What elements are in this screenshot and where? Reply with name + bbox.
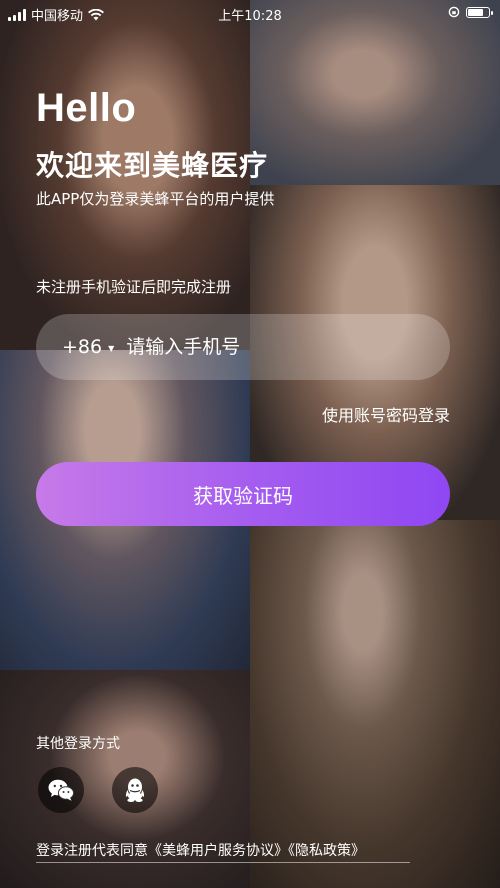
phone-number-input[interactable] (126, 327, 450, 367)
wifi-icon (88, 8, 105, 20)
status-bar-right (448, 6, 493, 18)
login-screen: 中国移动 上午10:28 Hello 欢迎来到美蜂医疗 此APP仅为登录美蜂平台… (0, 0, 500, 888)
country-code-selector[interactable]: +86 ▼ (62, 336, 114, 358)
signal-icon (8, 8, 26, 21)
status-time: 上午10:28 (218, 9, 282, 24)
phone-input-container: +86 ▼ (36, 314, 450, 380)
status-bar-left: 中国移动 (8, 5, 105, 24)
qq-login-button[interactable] (112, 767, 158, 813)
battery-icon (466, 6, 493, 18)
qq-icon (125, 778, 145, 802)
agreement-underline (36, 862, 410, 863)
rotation-lock-icon (448, 6, 460, 18)
password-login-link[interactable]: 使用账号密码登录 (322, 402, 450, 426)
welcome-title: 欢迎来到美蜂医疗 (36, 149, 269, 182)
get-verification-code-button[interactable]: 获取验证码 (36, 462, 450, 526)
carrier-label: 中国移动 (31, 9, 84, 24)
country-code-label: +86 (62, 336, 103, 358)
wechat-login-button[interactable] (38, 767, 84, 813)
other-login-title: 其他登录方式 (36, 736, 120, 752)
register-tip: 未注册手机验证后即完成注册 (36, 278, 232, 296)
app-notice: 此APP仅为登录美蜂平台的用户提供 (36, 190, 275, 208)
status-bar: 中国移动 上午10:28 (0, 0, 500, 26)
wechat-icon (48, 779, 75, 801)
greeting-title: Hello (36, 86, 137, 130)
dropdown-arrow-icon: ▼ (108, 343, 115, 353)
agreement-text[interactable]: 登录注册代表同意《美蜂用户服务协议》《隐私政策》 (36, 840, 365, 860)
